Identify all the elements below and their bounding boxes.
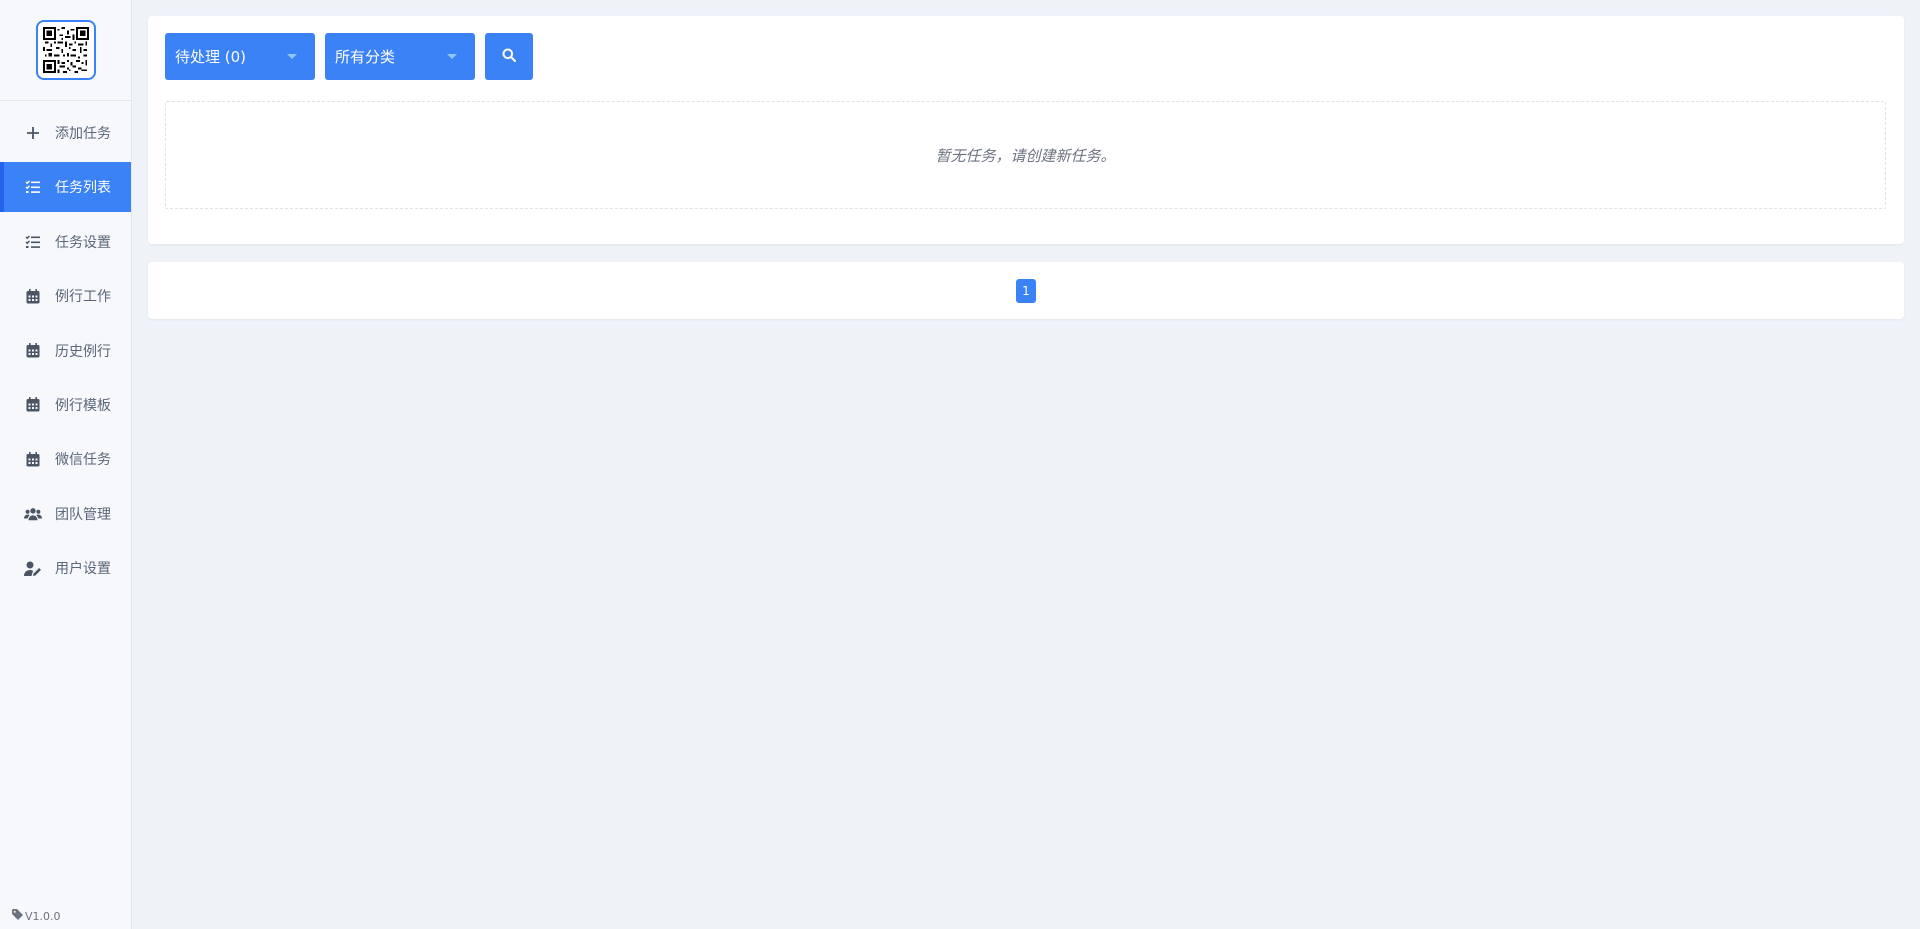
- sidebar-item-task-list[interactable]: 任务列表: [0, 162, 131, 213]
- sidebar-item-routine-work[interactable]: 例行工作: [0, 271, 131, 321]
- sidebar-item-routine-template[interactable]: 例行模板: [0, 380, 131, 430]
- sidebar-item-label: 例行工作: [55, 289, 111, 306]
- category-filter-value: 所有分类: [335, 48, 396, 66]
- sidebar-item-team-management[interactable]: 团队管理: [0, 489, 131, 539]
- sidebar-item-label: 历史例行: [55, 343, 111, 360]
- task-settings-icon: [24, 233, 42, 251]
- calendar-icon: [24, 342, 42, 360]
- task-list-icon: [24, 178, 42, 196]
- calendar-icon: [24, 396, 42, 414]
- empty-message: 暂无任务，请创建新任务。: [935, 146, 1116, 165]
- sidebar-item-label: 用户设置: [55, 561, 111, 578]
- qr-code-image: [36, 20, 96, 80]
- sidebar-item-routine-history[interactable]: 历史例行: [0, 326, 131, 376]
- sidebar: 添加任务 任务列表 任务设置 例行工作 历史例行 例行模板 微信任务 团队管理 …: [0, 0, 132, 929]
- logo-area: [0, 0, 131, 101]
- sidebar-item-label: 添加任务: [55, 126, 111, 142]
- sidebar-item-add-task[interactable]: 添加任务: [0, 108, 131, 158]
- pagination-panel: 1: [148, 262, 1904, 319]
- task-panel: 待处理 (0) 所有分类 暂无任务，请创建新任务。: [148, 16, 1904, 244]
- sidebar-nav: 添加任务 任务列表 任务设置 例行工作 历史例行 例行模板 微信任务 团队管理 …: [0, 108, 131, 598]
- empty-task-placeholder: 暂无任务，请创建新任务。: [165, 101, 1886, 209]
- sidebar-item-label: 任务设置: [55, 234, 111, 251]
- version-info: V1.0.0: [12, 909, 61, 923]
- chevron-down-icon: [287, 54, 297, 59]
- users-icon: [24, 505, 42, 523]
- calendar-icon: [24, 287, 42, 305]
- version-label: V1.0.0: [25, 909, 61, 923]
- sidebar-item-user-settings[interactable]: 用户设置: [0, 543, 131, 593]
- sidebar-item-label: 任务列表: [55, 180, 111, 197]
- plus-icon: [24, 124, 42, 142]
- user-edit-icon: [24, 559, 42, 577]
- sidebar-item-wechat-tasks[interactable]: 微信任务: [0, 434, 131, 484]
- sidebar-item-label: 微信任务: [55, 452, 111, 469]
- calendar-icon: [24, 450, 42, 468]
- sidebar-item-task-settings[interactable]: 任务设置: [0, 217, 131, 267]
- task-toolbar: 待处理 (0) 所有分类: [165, 33, 533, 80]
- sidebar-item-label: 团队管理: [55, 506, 111, 523]
- status-filter-select[interactable]: 待处理 (0): [165, 33, 315, 80]
- category-filter-select[interactable]: 所有分类: [325, 33, 475, 80]
- status-filter-value: 待处理 (0): [175, 48, 247, 66]
- sidebar-item-label: 例行模板: [55, 397, 111, 414]
- tag-icon: [12, 909, 23, 923]
- chevron-down-icon: [447, 54, 457, 59]
- search-button[interactable]: [485, 33, 533, 80]
- search-icon: [502, 47, 517, 66]
- page-button-current[interactable]: 1: [1016, 279, 1036, 303]
